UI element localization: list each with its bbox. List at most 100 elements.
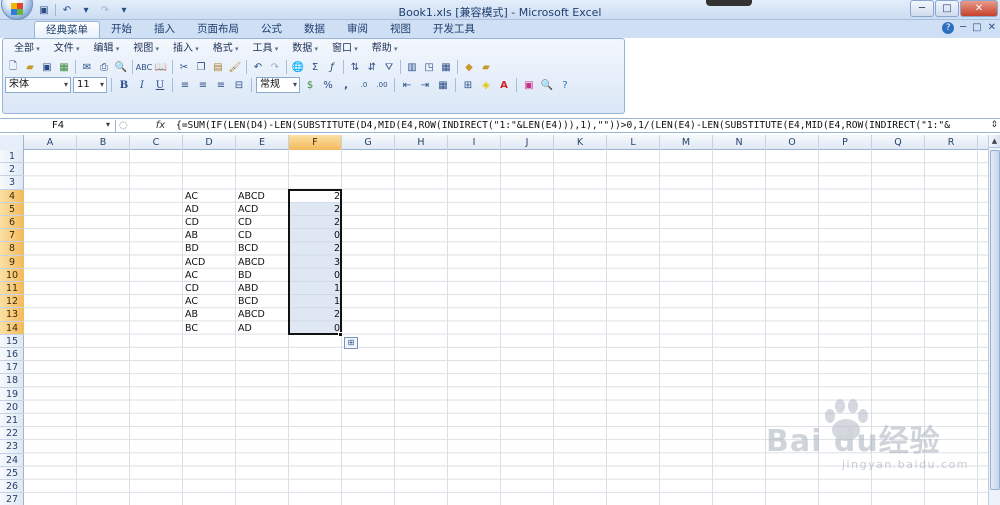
borders-icon[interactable]: ⊞ xyxy=(460,77,476,93)
row-header-25[interactable]: 25 xyxy=(0,467,24,480)
insert-function-icon[interactable]: ƒ xyxy=(324,59,340,75)
permission-icon[interactable]: ▦ xyxy=(56,59,72,75)
formula-input[interactable]: {=SUM(IF(LEN(D4)-LEN(SUBSTITUTE(D4,MID(E… xyxy=(176,120,982,132)
menu-edit[interactable]: 编辑 xyxy=(87,42,127,56)
row-header-8[interactable]: 8 xyxy=(0,242,24,256)
row-header-2[interactable]: 2 xyxy=(0,163,24,177)
name-box-dropdown-icon[interactable]: ▾ xyxy=(106,120,110,129)
minimize-button[interactable]: ─ xyxy=(910,0,934,17)
cell-f10[interactable]: 0 xyxy=(289,269,342,282)
column-header-n[interactable]: N xyxy=(713,135,766,150)
print-icon[interactable]: ⎙ xyxy=(96,59,112,75)
column-header-k[interactable]: K xyxy=(554,135,607,150)
cell-style-icon[interactable]: ▦ xyxy=(435,77,451,93)
autosum-icon[interactable]: Σ xyxy=(307,59,323,75)
column-header-o[interactable]: O xyxy=(766,135,819,150)
column-header-q[interactable]: Q xyxy=(872,135,925,150)
menu-all[interactable]: 全部 xyxy=(7,42,47,56)
row-header-12[interactable]: 12 xyxy=(0,295,24,309)
tab-insert[interactable]: 插入 xyxy=(143,21,186,38)
open-folder-icon[interactable]: ▰ xyxy=(22,59,38,75)
align-left-icon[interactable]: ≡ xyxy=(177,77,193,93)
research-icon[interactable]: 📖 xyxy=(153,59,169,75)
underline-button[interactable]: U xyxy=(152,77,168,93)
row-header-6[interactable]: 6 xyxy=(0,216,24,230)
row-header-17[interactable]: 17 xyxy=(0,361,24,375)
menu-format[interactable]: 格式 xyxy=(206,42,246,56)
column-header-e[interactable]: E xyxy=(236,135,289,150)
find-icon[interactable]: 🔍 xyxy=(539,77,555,93)
row-header-22[interactable]: 22 xyxy=(0,427,24,441)
row-header-23[interactable]: 23 xyxy=(0,440,24,454)
row-header-24[interactable]: 24 xyxy=(0,454,24,467)
column-header-l[interactable]: L xyxy=(607,135,660,150)
insert-function-button[interactable]: fx xyxy=(156,120,165,132)
column-header-b[interactable]: B xyxy=(77,135,130,150)
scroll-thumb[interactable] xyxy=(990,150,1000,490)
email-icon[interactable]: ✉ xyxy=(79,59,95,75)
column-header-c[interactable]: C xyxy=(130,135,183,150)
formula-expand-icon[interactable]: ⇕ xyxy=(990,120,998,130)
zoom-icon[interactable]: ▦ xyxy=(438,59,454,75)
row-header-19[interactable]: 19 xyxy=(0,388,24,401)
decrease-indent-icon[interactable]: ⇤ xyxy=(399,77,415,93)
cell-e11[interactable]: ABD xyxy=(236,282,289,295)
workbook-restore-button[interactable]: □ xyxy=(972,22,981,34)
workbook-minimize-button[interactable]: ─ xyxy=(960,22,966,34)
cell-d14[interactable]: BC xyxy=(183,322,236,335)
cell-e10[interactable]: BD xyxy=(236,269,289,282)
cell-f11[interactable]: 1 xyxy=(289,282,342,295)
cell-f9[interactable]: 3 xyxy=(289,256,342,269)
cell-f8[interactable]: 2 xyxy=(289,242,342,255)
font-color-icon[interactable]: A xyxy=(496,77,512,93)
row-header-4[interactable]: 4 xyxy=(0,189,24,203)
cell-d12[interactable]: AC xyxy=(183,295,236,308)
menu-insert[interactable]: 插入 xyxy=(166,42,206,56)
cell-d13[interactable]: AB xyxy=(183,308,236,321)
scroll-up-icon[interactable]: ▲ xyxy=(989,135,1000,148)
cell-d10[interactable]: AC xyxy=(183,269,236,282)
save-icon[interactable]: ▣ xyxy=(39,59,55,75)
tab-formulas[interactable]: 公式 xyxy=(250,21,293,38)
sort-descending-icon[interactable]: ⇵ xyxy=(364,59,380,75)
redo-icon[interactable]: ↷ xyxy=(267,59,283,75)
italic-button[interactable]: I xyxy=(134,77,150,93)
row-header-27[interactable]: 27 xyxy=(0,493,24,505)
tab-classic-menu[interactable]: 经典菜单 xyxy=(34,21,100,38)
copy-icon[interactable]: ❐ xyxy=(193,59,209,75)
cell-e13[interactable]: ABCD xyxy=(236,308,289,321)
row-header-15[interactable]: 15 xyxy=(0,335,24,348)
cell-d5[interactable]: AD xyxy=(183,203,236,216)
column-header-i[interactable]: I xyxy=(448,135,501,150)
menu-view[interactable]: 视图 xyxy=(126,42,166,56)
percent-button[interactable]: % xyxy=(320,77,336,93)
cell-f13[interactable]: 2 xyxy=(289,308,342,321)
tab-data[interactable]: 数据 xyxy=(293,21,336,38)
align-center-icon[interactable]: ≡ xyxy=(195,77,211,93)
row-header-20[interactable]: 20 xyxy=(0,401,24,414)
tab-review[interactable]: 审阅 xyxy=(336,21,379,38)
row-header-1[interactable]: 1 xyxy=(0,150,24,164)
column-header-r[interactable]: R xyxy=(925,135,978,150)
row-header-7[interactable]: 7 xyxy=(0,229,24,243)
fill-handle[interactable] xyxy=(338,331,343,337)
comma-button[interactable]: , xyxy=(338,77,354,93)
cell-e4[interactable]: ABCD xyxy=(236,190,289,203)
column-header-g[interactable]: G xyxy=(342,135,395,150)
menu-data[interactable]: 数据 xyxy=(285,42,325,56)
help-icon[interactable]: ? xyxy=(942,22,955,34)
column-header-a[interactable]: A xyxy=(24,135,77,150)
cell-e5[interactable]: ACD xyxy=(236,203,289,216)
name-box[interactable]: F4 xyxy=(1,120,116,132)
increase-decimal-icon[interactable]: .0 xyxy=(356,77,372,93)
cell-e7[interactable]: CD xyxy=(236,229,289,242)
currency-icon[interactable]: $ xyxy=(302,77,318,93)
drawing-icon[interactable]: ◳ xyxy=(421,59,437,75)
cell-e6[interactable]: CD xyxy=(236,216,289,229)
cut-icon[interactable]: ✂ xyxy=(176,59,192,75)
tab-page-layout[interactable]: 页面布局 xyxy=(186,21,250,38)
autofill-options-icon[interactable]: ⊞ xyxy=(344,336,358,349)
column-header-f[interactable]: F xyxy=(289,135,342,150)
row-header-11[interactable]: 11 xyxy=(0,282,24,296)
cell-e14[interactable]: AD xyxy=(236,322,289,335)
